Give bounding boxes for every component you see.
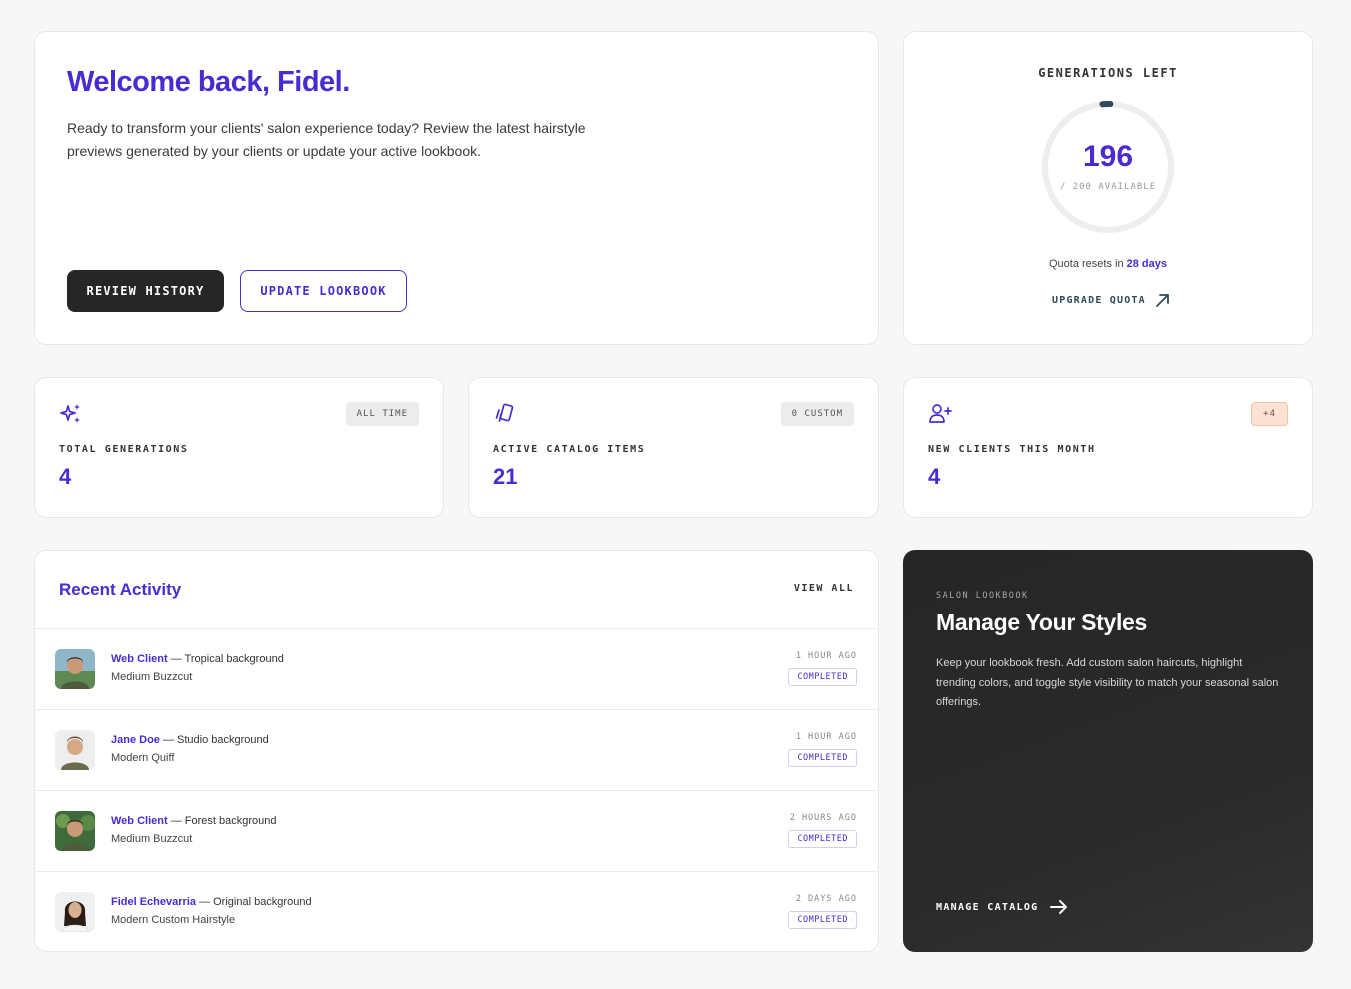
activity-background: — Studio background: [159, 734, 269, 746]
activity-summary: Jane Doe — Studio background: [111, 734, 269, 746]
upgrade-quota-label: UPGRADE QUOTA: [1052, 294, 1146, 306]
promo-body: Keep your lookbook fresh. Add custom sal…: [936, 657, 1279, 708]
promo-kicker: SALON LOOKBOOK: [936, 591, 1029, 601]
stat-value: 21: [493, 464, 518, 489]
activity-background: — Tropical background: [167, 653, 284, 665]
activity-row[interactable]: Fidel Echevarria — Original background M…: [35, 872, 878, 951]
avatar: [55, 730, 95, 770]
activity-style: Modern Quiff: [111, 752, 175, 764]
quota-reset-prefix: Quota resets in: [1048, 258, 1127, 270]
upgrade-quota-link[interactable]: UPGRADE QUOTA: [1052, 290, 1170, 310]
activity-style: Medium Buzzcut: [111, 833, 193, 845]
stat-badge: ALL TIME: [345, 402, 419, 426]
avatar: [55, 811, 95, 851]
activity-summary: Web Client — Tropical background: [111, 653, 284, 665]
review-history-button[interactable]: REVIEW HISTORY: [67, 270, 224, 312]
sparkles-icon: [60, 404, 80, 423]
avatar: [55, 649, 95, 689]
quota-remaining: 196: [1082, 140, 1134, 173]
update-lookbook-button[interactable]: UPDATE LOOKBOOK: [240, 270, 407, 312]
activity-row[interactable]: Web Client — Tropical background Medium …: [35, 629, 878, 710]
stat-label: ACTIVE CATALOG ITEMS: [493, 444, 646, 455]
card-stack-icon: [495, 403, 514, 422]
welcome-card: Welcome back, Fidel. Ready to transform …: [34, 31, 879, 345]
status-badge: COMPLETED: [788, 749, 857, 767]
arrow-right-icon: [1049, 900, 1067, 914]
activity-row[interactable]: Web Client — Forest background Medium Bu…: [35, 791, 878, 872]
activity-client[interactable]: Fidel Echevarria: [111, 896, 196, 908]
stat-badge: +4: [1251, 402, 1288, 426]
stat-value: 4: [928, 464, 941, 489]
arrow-up-right-icon: [1155, 294, 1169, 307]
activity-header: Recent Activity VIEW ALL: [35, 551, 878, 629]
activity-style: Medium Buzzcut: [111, 671, 193, 683]
activity-background: — Forest background: [167, 815, 277, 827]
activity-client[interactable]: Web Client: [111, 653, 168, 665]
stat-card-active-catalog: 0 CUSTOM ACTIVE CATALOG ITEMS 21: [468, 377, 879, 518]
status-badge: COMPLETED: [788, 830, 857, 848]
welcome-description: Ready to transform your clients' salon e…: [67, 120, 586, 159]
manage-catalog-link[interactable]: MANAGE CATALOG: [936, 896, 1069, 918]
activity-time: 1 HOUR AGO: [795, 651, 857, 661]
activity-title: Recent Activity: [59, 580, 182, 599]
activity-client[interactable]: Jane Doe: [111, 734, 160, 746]
activity-background: — Original background: [196, 896, 312, 908]
user-plus-icon: [929, 404, 952, 423]
status-badge: COMPLETED: [788, 668, 857, 686]
activity-time: 2 DAYS AGO: [795, 894, 857, 904]
stat-label: NEW CLIENTS THIS MONTH: [928, 444, 1096, 455]
manage-styles-card: SALON LOOKBOOK Manage Your Styles Keep y…: [903, 550, 1313, 952]
activity-style: Modern Custom Hairstyle: [111, 914, 236, 926]
stat-card-new-clients: +4 NEW CLIENTS THIS MONTH 4: [903, 377, 1313, 518]
stat-label: TOTAL GENERATIONS: [59, 444, 189, 455]
avatar: [55, 892, 95, 932]
welcome-title: Welcome back, Fidel.: [67, 66, 350, 98]
recent-activity-card: Recent Activity VIEW ALL Web Client — Tr…: [34, 550, 879, 952]
activity-time: 2 HOURS AGO: [789, 813, 857, 823]
activity-summary: Fidel Echevarria — Original background: [111, 896, 312, 908]
quota-reset: Quota resets in 28 days: [904, 258, 1312, 270]
quota-card: GENERATIONS LEFT 196 / 200 AVAILABLE Quo…: [903, 31, 1313, 345]
promo-title: Manage Your Styles: [936, 609, 1148, 635]
quota-reset-days: 28 days: [1126, 258, 1168, 270]
stat-badge: 0 CUSTOM: [780, 402, 854, 426]
activity-row[interactable]: Jane Doe — Studio background Modern Quif…: [35, 710, 878, 791]
quota-title: GENERATIONS LEFT: [1038, 66, 1178, 80]
quota-available: / 200 AVAILABLE: [1059, 182, 1157, 192]
activity-time: 1 HOUR AGO: [795, 732, 857, 742]
stat-value: 4: [59, 464, 72, 489]
activity-summary: Web Client — Forest background: [111, 815, 276, 827]
activity-client[interactable]: Web Client: [111, 815, 168, 827]
view-all-link[interactable]: VIEW ALL: [794, 583, 854, 594]
stat-card-total-generations: ALL TIME TOTAL GENERATIONS 4: [34, 377, 444, 518]
status-badge: COMPLETED: [788, 911, 857, 929]
manage-catalog-label: MANAGE CATALOG: [936, 901, 1039, 913]
